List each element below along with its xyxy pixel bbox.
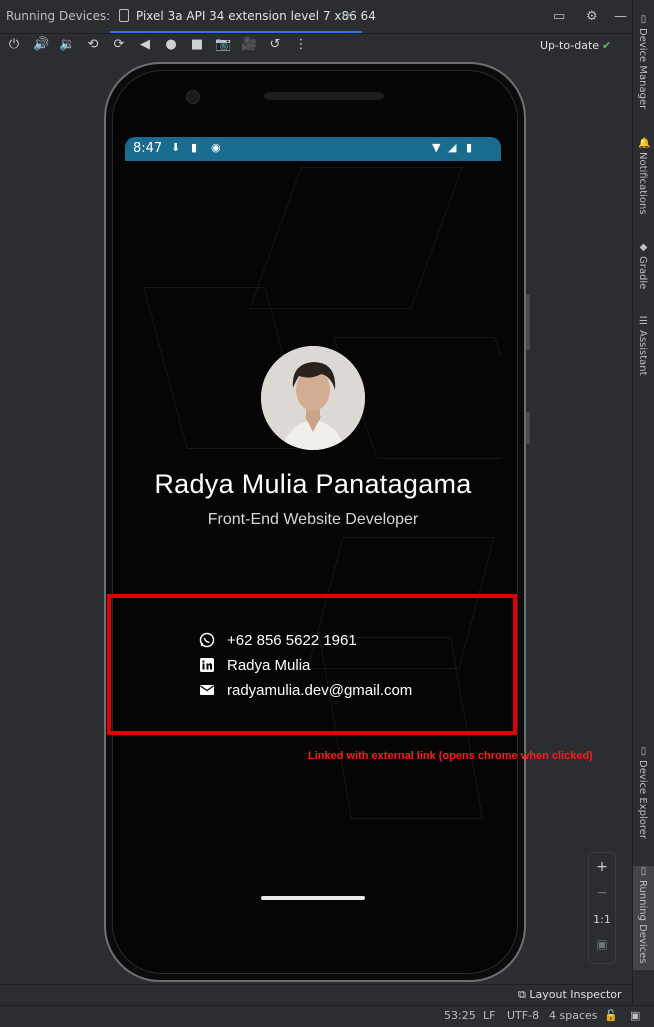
home-icon[interactable]: ●	[163, 37, 179, 53]
tool-assistant[interactable]: ☰ Assistant	[633, 316, 654, 380]
zoom-controls: + − 1:1 ▣	[588, 852, 616, 964]
sync-status-label: Up-to-date	[540, 39, 600, 52]
indent-setting[interactable]: 4 spaces	[549, 1009, 598, 1022]
battery-icon: ▮	[466, 141, 473, 154]
tool-notifications[interactable]: 🔔 Notifications	[633, 138, 654, 220]
device-explorer-icon: ▯	[640, 746, 647, 757]
snapshot-icon[interactable]: ↺	[267, 37, 283, 53]
layout-inspector-icon: ⧉	[518, 988, 530, 1001]
sd-card-icon: ▮	[191, 141, 198, 154]
overview-icon[interactable]: ■	[189, 37, 205, 53]
rotate-left-icon[interactable]: ⟲	[85, 37, 101, 53]
running-devices-icon: ▯	[640, 866, 647, 877]
download-icon: ⬇	[171, 141, 181, 154]
assistant-icon: ☰	[639, 316, 648, 327]
gesture-home-bar[interactable]	[261, 896, 365, 900]
cursor-position[interactable]: 53:25	[444, 1009, 476, 1022]
record-icon[interactable]: 🎥	[241, 37, 257, 53]
device-manager-icon: ▯	[640, 14, 647, 25]
zoom-actual-size-button[interactable]: 1:1	[589, 913, 615, 926]
ide-status-bar: 53:25 LF UTF-8 4 spaces 🔓 ▣	[0, 1005, 654, 1027]
lock-icon[interactable]: 🔓	[604, 1009, 618, 1022]
screenshot-icon[interactable]: 📷	[215, 37, 231, 53]
back-icon[interactable]: ◀	[137, 37, 153, 53]
highlight-box	[107, 594, 517, 735]
tool-label: Assistant	[637, 330, 648, 376]
gradle-icon: ◆	[639, 242, 648, 253]
front-camera	[186, 90, 200, 104]
panel-title: Running Devices:	[6, 9, 111, 23]
power-side-button	[526, 412, 530, 444]
phone-screen: 8:47 ⬇ ▮ ◉ ▼ ◢ ▮ Radya Mulia Panatagama …	[125, 137, 501, 917]
device-icon	[119, 9, 129, 22]
layout-icon[interactable]: ▭	[553, 9, 565, 24]
tool-window-header: Running Devices: Pixel 3a API 34 extensi…	[0, 0, 632, 34]
wifi-icon: ▼	[432, 141, 441, 154]
zoom-out-button[interactable]: −	[589, 885, 615, 901]
sync-icon: ◉	[211, 141, 221, 154]
profile-role: Front-End Website Developer	[207, 511, 419, 528]
volume-up-icon[interactable]: 🔊	[33, 37, 49, 53]
clock: 8:47	[133, 141, 163, 156]
tool-device-manager[interactable]: ▯ Device Manager	[633, 14, 654, 114]
tool-label: Notifications	[637, 152, 648, 215]
volume-down-icon[interactable]: 🔉	[59, 37, 75, 53]
profile-name: Radya Mulia Panatagama	[154, 469, 472, 499]
tab-device-pixel3a[interactable]: Pixel 3a API 34 extension level 7 x86 64…	[110, 0, 376, 33]
speaker-grille	[264, 92, 384, 100]
tool-running-devices[interactable]: ▯ Running Devices	[633, 866, 654, 970]
power-icon[interactable]: ⏻	[6, 37, 22, 53]
sync-status: Up-to-date ✔	[540, 39, 611, 52]
tool-label: Device Manager	[637, 28, 648, 110]
annotation-text: Linked with external link (opens chrome …	[308, 750, 593, 762]
layout-inspector-button[interactable]: ⧉ Layout Inspector	[518, 988, 622, 1002]
tool-label: Running Devices	[637, 880, 648, 964]
avatar	[261, 346, 365, 450]
background-shape	[249, 167, 463, 309]
tool-gradle[interactable]: ◆ Gradle	[633, 242, 654, 298]
bell-icon: 🔔	[638, 138, 651, 149]
gear-icon[interactable]: ⚙	[586, 9, 598, 24]
tool-label: Gradle	[637, 256, 648, 290]
line-ending[interactable]: LF	[483, 1009, 495, 1022]
emulator-toolbar: ⏻ 🔊 🔉 ⟲ ⟳ ◀ ● ■ 📷 🎥 ↺ ⋮ Up-to-date ✔	[0, 34, 632, 58]
volume-rocker	[526, 294, 530, 350]
bottom-tool-bar: ⧉ Layout Inspector	[0, 984, 632, 1006]
tab-label: Pixel 3a API 34 extension level 7 x86 64	[136, 9, 376, 23]
layout-inspector-label: Layout Inspector	[529, 988, 622, 1001]
more-icon[interactable]: ⋮	[293, 37, 309, 53]
signal-icon: ◢	[448, 141, 457, 154]
zoom-in-button[interactable]: +	[589, 859, 615, 875]
zoom-fit-icon[interactable]: ▣	[589, 937, 615, 951]
tool-device-explorer[interactable]: ▯ Device Explorer	[633, 746, 654, 842]
file-encoding[interactable]: UTF-8	[507, 1009, 539, 1022]
notifications-status-icon[interactable]: ▣	[630, 1009, 640, 1022]
check-icon: ✔	[602, 39, 612, 52]
avatar-portrait-icon	[261, 346, 365, 450]
minimize-icon[interactable]: —	[614, 9, 627, 24]
tool-label: Device Explorer	[637, 760, 648, 840]
right-tool-strip: ▯ Device Manager 🔔 Notifications ◆ Gradl…	[632, 0, 654, 1005]
tab-close-button[interactable]: ×	[344, 8, 354, 22]
android-status-bar: 8:47 ⬇ ▮ ◉ ▼ ◢ ▮	[125, 137, 501, 161]
rotate-right-icon[interactable]: ⟳	[111, 37, 127, 53]
